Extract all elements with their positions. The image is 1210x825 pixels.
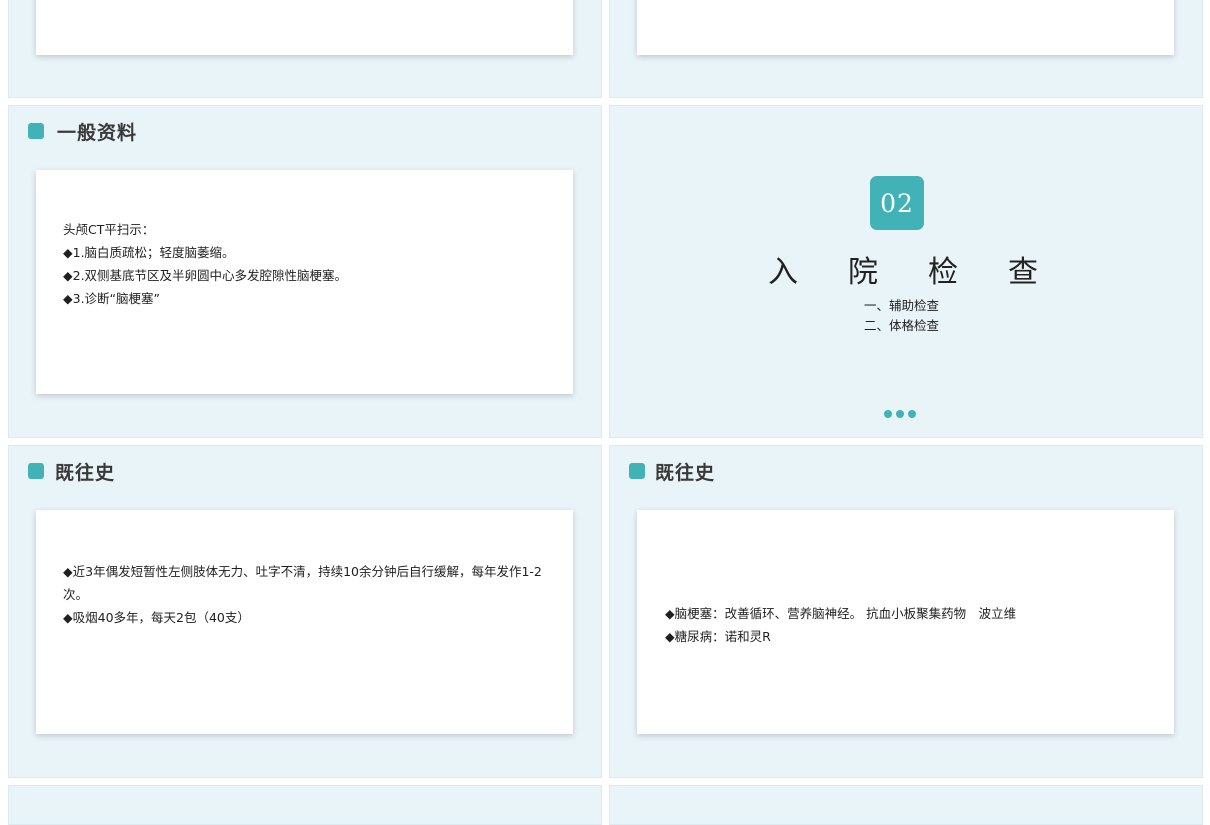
title-square-icon bbox=[28, 463, 44, 479]
general-info-text: 头颅CT平扫示： ◆1.脑白质疏松；轻度脑萎缩。 ◆2.双侧基底节区及半卵圆中心… bbox=[63, 218, 347, 310]
text-line: ◆3.诊断“脑梗塞” bbox=[63, 291, 160, 306]
slide-bottom-left bbox=[8, 785, 602, 825]
history-text: ◆脑梗塞：改善循环、营养脑神经。 抗血小板聚集药物 波立维 ◆糖尿病：诺和灵R bbox=[665, 602, 1016, 648]
slide-title: 既往史 bbox=[655, 462, 716, 484]
section-item: 一、辅助检查 bbox=[864, 298, 940, 313]
title-square-icon bbox=[629, 463, 645, 479]
slide-bottom-right bbox=[609, 785, 1203, 825]
content-card bbox=[36, 0, 573, 55]
text-line: ◆1.脑白质疏松；轻度脑萎缩。 bbox=[63, 245, 235, 260]
slide-title: 一般资料 bbox=[57, 122, 138, 144]
section-number-badge: 02 bbox=[870, 176, 924, 230]
text-line: ◆近3年偶发短暂性左侧肢体无力、吐字不清，持续10余分钟后自行缓解，每年发作1-… bbox=[63, 564, 542, 579]
text-line: 次。 bbox=[63, 587, 89, 602]
text-line: ◆吸烟40多年，每天2包（40支） bbox=[63, 610, 250, 625]
section-item: 二、体格检查 bbox=[864, 318, 940, 333]
section-title: 入院检查 bbox=[768, 255, 1088, 290]
slide-title: 既往史 bbox=[55, 462, 116, 484]
text-line: ◆糖尿病：诺和灵R bbox=[665, 629, 771, 644]
history-text: ◆近3年偶发短暂性左侧肢体无力、吐字不清，持续10余分钟后自行缓解，每年发作1-… bbox=[63, 560, 542, 629]
text-line: ◆脑梗塞：改善循环、营养脑神经。 抗血小板聚集药物 波立维 bbox=[665, 606, 1017, 621]
ellipsis-dot-icon bbox=[884, 410, 892, 418]
text-line: 头颅CT平扫示： bbox=[63, 222, 155, 237]
text-line: ◆2.双侧基底节区及半卵圆中心多发腔隙性脑梗塞。 bbox=[63, 268, 348, 283]
ellipsis-dot-icon bbox=[896, 410, 904, 418]
title-square-icon bbox=[28, 123, 44, 139]
content-card bbox=[637, 0, 1174, 55]
section-items: 一、辅助检查 二、体格检查 bbox=[864, 296, 939, 336]
ellipsis-dot-icon bbox=[908, 410, 916, 418]
